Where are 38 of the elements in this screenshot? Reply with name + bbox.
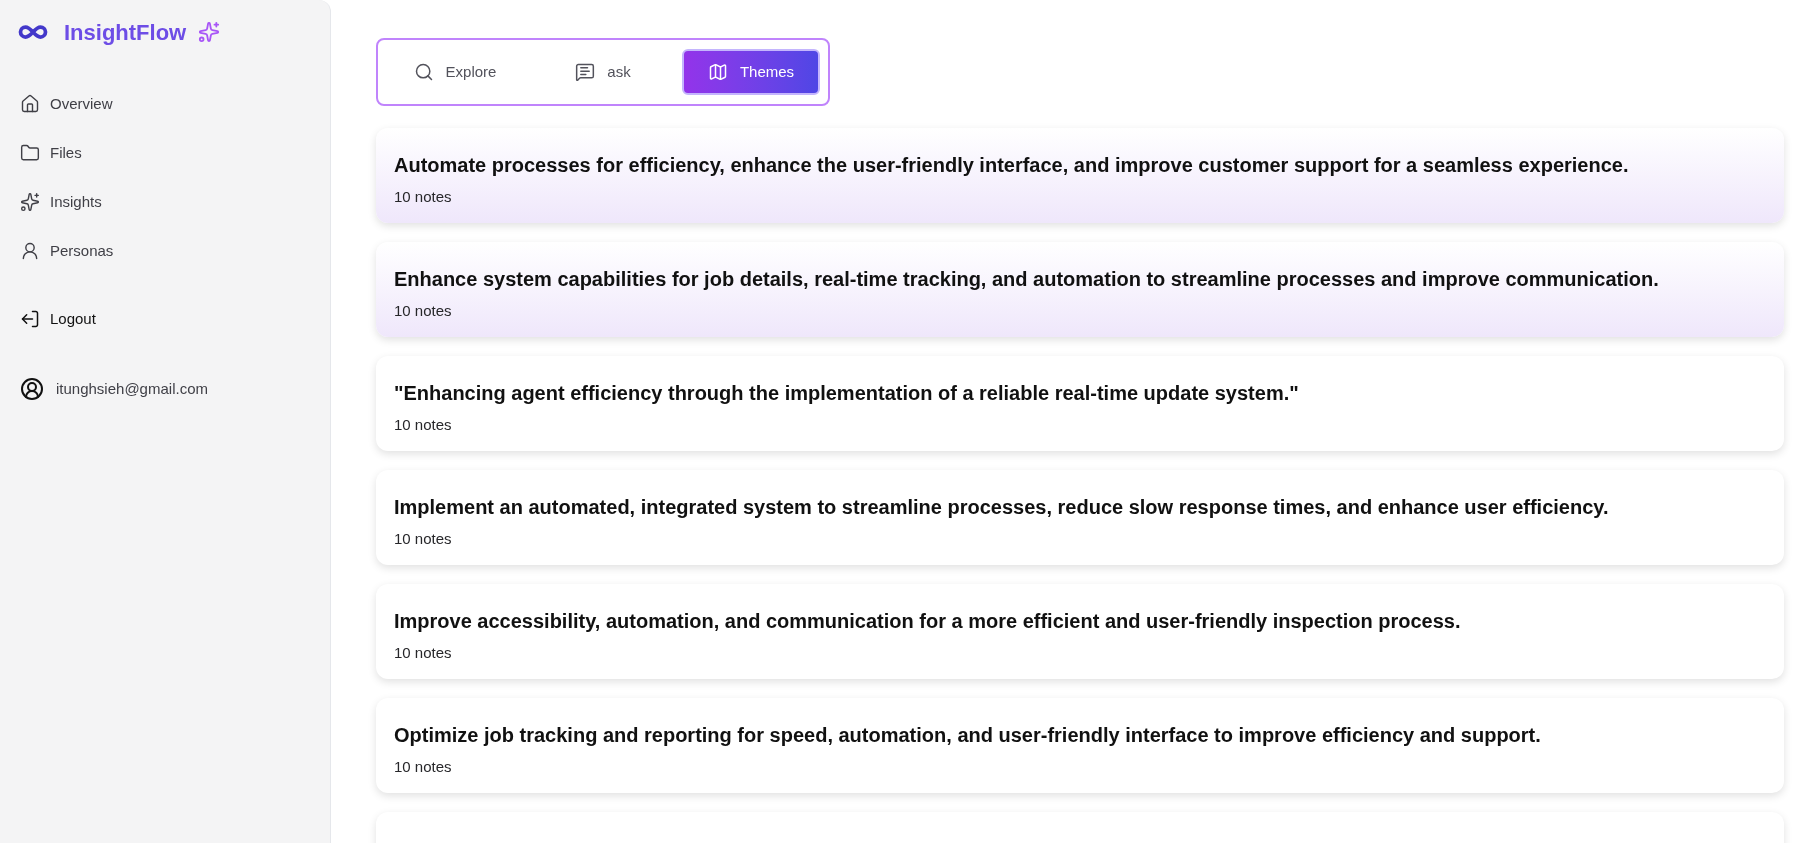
note-count: 10 notes (394, 187, 453, 207)
note-count: 10 notes (394, 757, 453, 777)
user-avatar-icon (20, 377, 44, 401)
sidebar-item[interactable]: Overview (18, 92, 115, 116)
theme-title: Enhance system capabilities for job details, real-time tracking, and automation to streamline processes and improve communication. (394, 267, 1660, 292)
view-tab[interactable]: Explore (386, 49, 524, 95)
theme-card[interactable]: Optimize job tracking and reporting for speed, automation, and user-friendly interface to improve efficiency and support. 10 notes (376, 698, 1784, 793)
sidebar-item[interactable]: Insights (18, 190, 104, 214)
theme-title: Automate processes for efficiency, enhance the user-friendly interface, and improve customer support for a seamless experience. (394, 153, 1630, 178)
logout-icon (20, 309, 40, 329)
theme-title: Implement an automated, integrated system to streamline processes, reduce slow response times, and enhance user efficiency. (394, 495, 1610, 520)
note-count: 10 notes (394, 415, 453, 435)
sparkles-icon (198, 21, 221, 43)
search-icon (413, 62, 434, 82)
user-email: itunghsieh@gmail.com (56, 378, 208, 399)
chat-icon (575, 62, 596, 82)
map-icon (707, 62, 728, 82)
brand-name: InsightFlow (64, 18, 187, 47)
theme-title: Improve accessibility, automation, and communication for a more efficient and user-friendly inspection process. (394, 609, 1462, 634)
theme-card[interactable]: Enhance system capabilities for job details, real-time tracking, and automation to streamline processes and improve communication. 10 notes (376, 242, 1784, 337)
theme-card[interactable]: "Enhancing agent efficiency through the implementation of a reliable real-time update system." 10 notes (376, 356, 1784, 451)
sidebar-item[interactable]: Personas (18, 239, 116, 263)
theme-card[interactable]: Implement an automated, integrated system to streamline processes, reduce slow response times, and enhance user efficiency. 10 notes (376, 470, 1784, 565)
view-tab[interactable]: Themes (682, 49, 820, 95)
theme-card[interactable]: Automate processes for efficiency, enhance the user-friendly interface, and improve customer support for a seamless experience. 10 notes (376, 128, 1784, 223)
sparkles-icon (20, 192, 40, 212)
theme-card[interactable]: Improve accessibility, automation, and communication for a more efficient and user-friendly inspection process. 10 notes (376, 584, 1784, 679)
person-icon (20, 241, 40, 261)
note-count: 10 notes (394, 301, 453, 321)
logout-link[interactable]: Logout (18, 307, 98, 331)
note-count: 10 notes (394, 529, 453, 549)
sidebar-item[interactable]: Files (18, 141, 84, 165)
note-count: 10 notes (394, 643, 453, 663)
home-icon (20, 94, 40, 114)
folder-icon (20, 143, 40, 163)
view-tab[interactable]: ask (534, 49, 672, 95)
theme-title: "Enhancing agent efficiency through the implementation of a reliable real-time update system." (394, 381, 1300, 406)
theme-title: Optimize job tracking and reporting for speed, automation, and user-friendly interface to improve efficiency and support. (394, 723, 1542, 748)
